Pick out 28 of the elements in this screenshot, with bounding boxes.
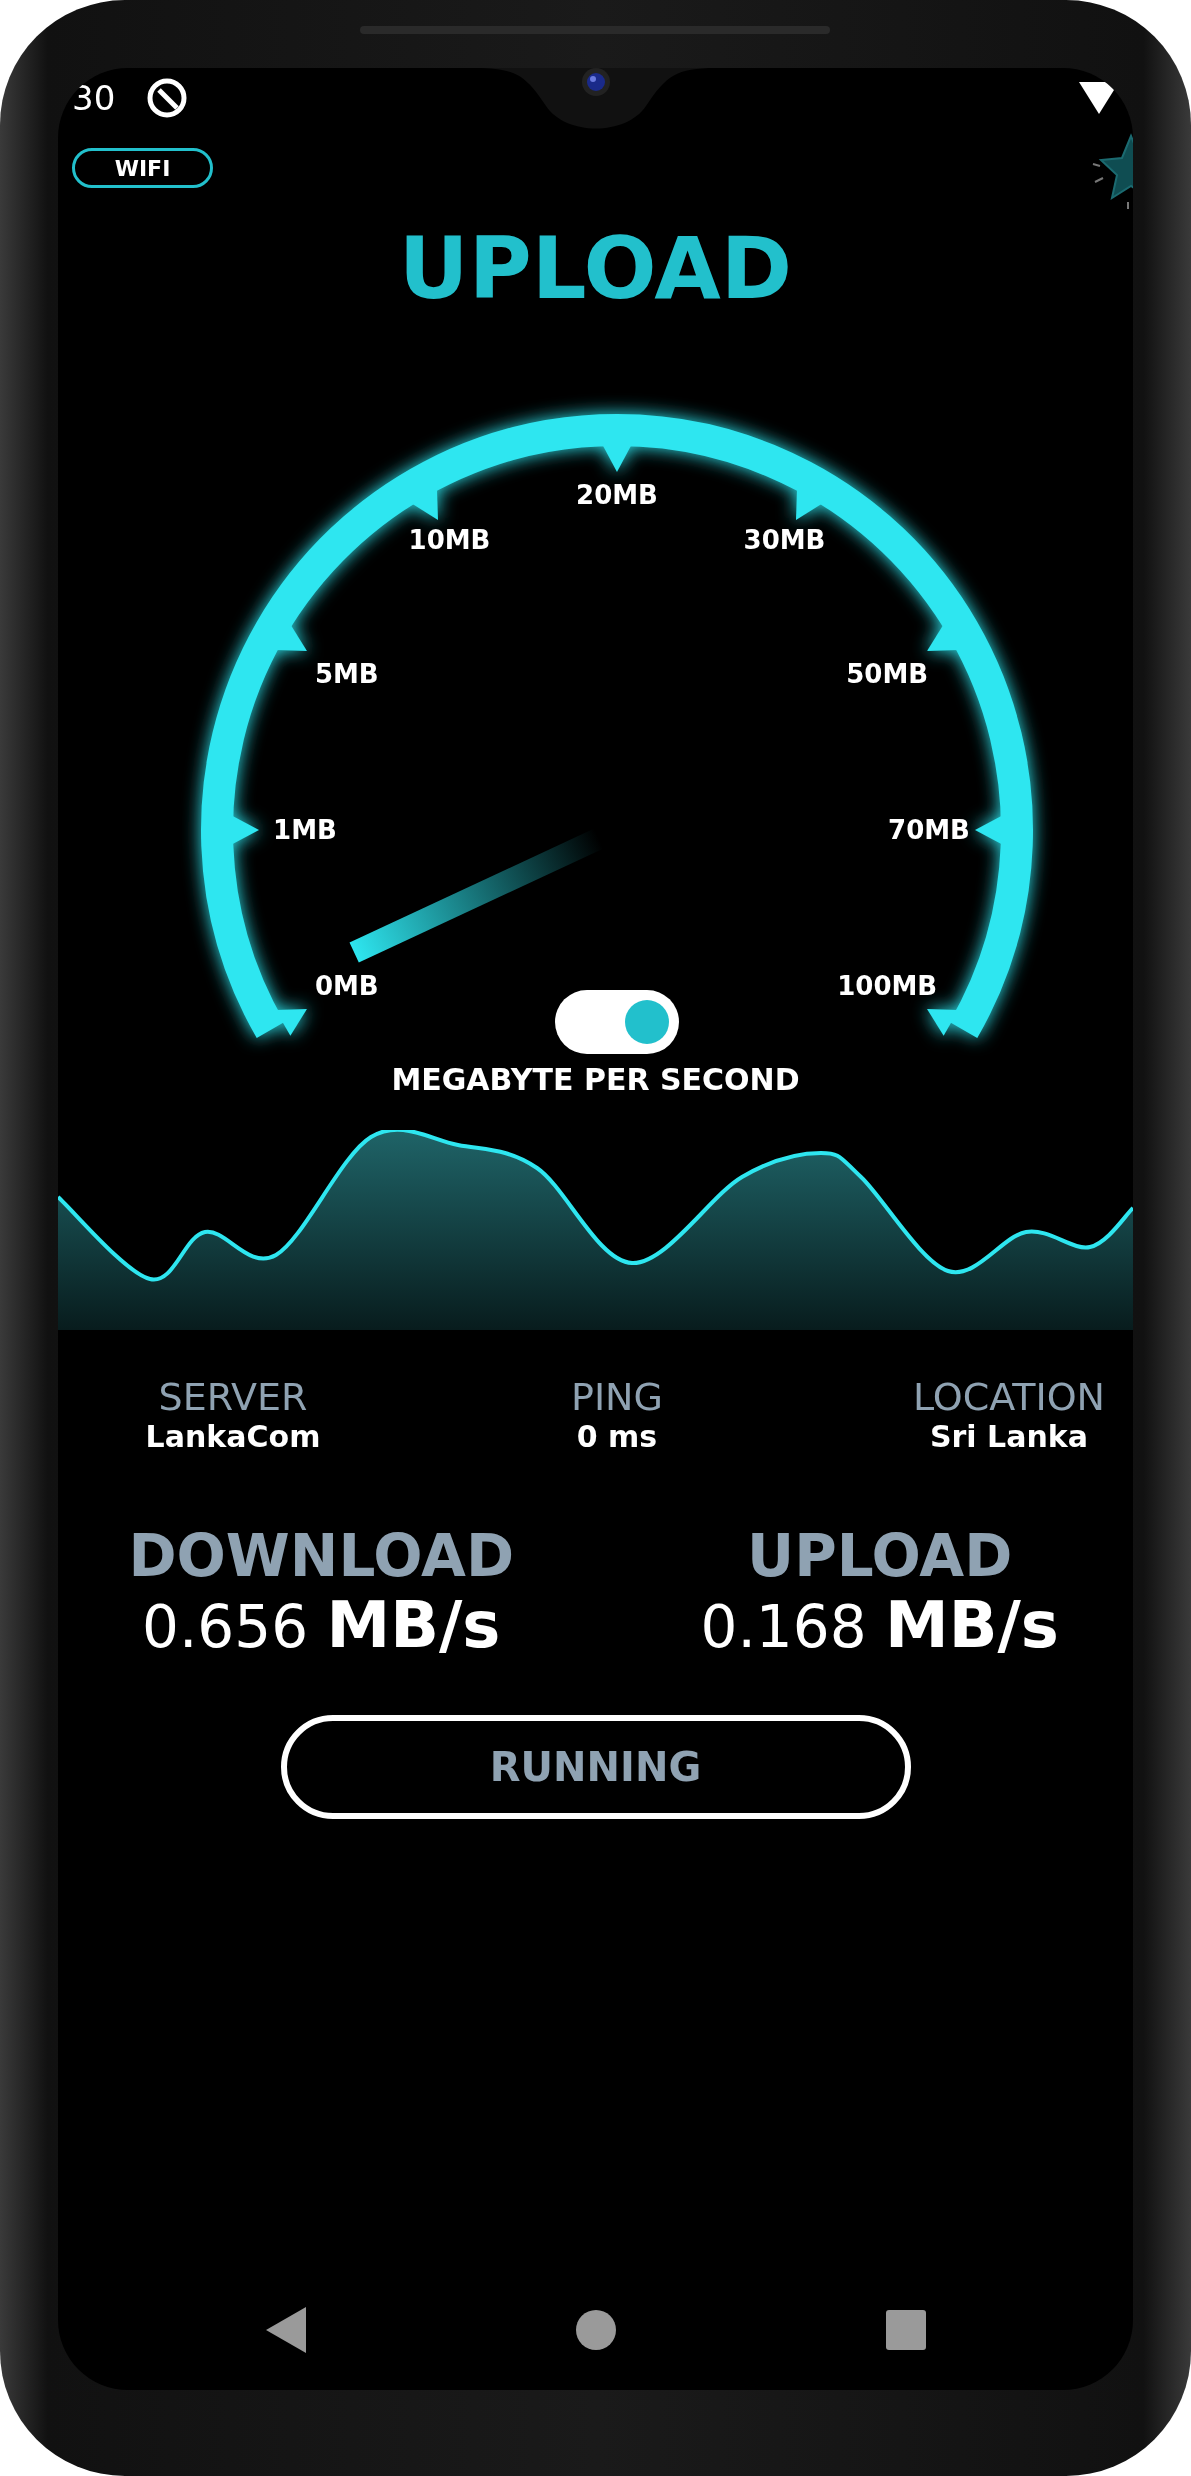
info-label: LOCATION: [912, 1375, 1105, 1419]
tick-label: 70MB: [888, 815, 970, 845]
tick-label: 30MB: [743, 524, 826, 555]
info-label: PING: [571, 1375, 663, 1419]
result-value: 0.656 MB/s: [142, 1587, 501, 1664]
camera-icon: [582, 68, 610, 96]
network-badge[interactable]: WIFI: [72, 148, 213, 188]
result-label: DOWNLOAD: [128, 1525, 515, 1587]
tick-label: 50MB: [846, 659, 929, 689]
running-button[interactable]: RUNNING: [280, 1715, 911, 1819]
tick-label: 0MB: [314, 971, 379, 1001]
info-label: SERVER: [158, 1375, 308, 1419]
result-value: 0.168 MB/s: [700, 1587, 1059, 1664]
tick-label: 1MB: [273, 815, 337, 845]
unit-label: MEGABYTE PER SECOND: [390, 1061, 801, 1099]
tick-label: 10MB: [408, 524, 491, 555]
status-time: 30: [72, 81, 116, 115]
recents-icon[interactable]: [885, 2310, 926, 2350]
tick-label: 100MB: [837, 971, 938, 1001]
tick-label: 5MB: [314, 659, 379, 689]
back-icon[interactable]: [265, 2307, 306, 2353]
screen-title: UPLOAD: [397, 223, 794, 313]
info-value: LankaCom: [145, 1419, 321, 1455]
info-value: 0 ms: [576, 1419, 658, 1455]
tick-label: 20MB: [576, 480, 658, 510]
home-icon[interactable]: [575, 2310, 616, 2350]
result-label: UPLOAD: [747, 1525, 1013, 1587]
info-value: Sri Lanka: [929, 1419, 1088, 1455]
